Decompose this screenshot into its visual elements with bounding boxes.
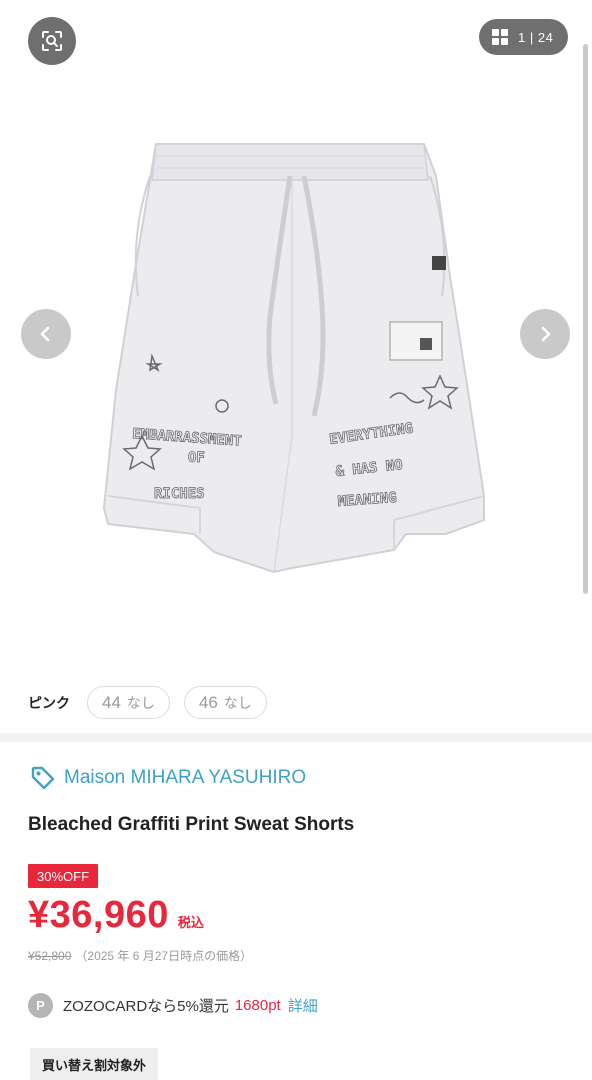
stock-status: なし bbox=[126, 694, 155, 711]
previous-image-button[interactable] bbox=[21, 309, 71, 359]
counter-total: 24 bbox=[537, 29, 554, 45]
original-price: ¥52,800 bbox=[28, 949, 72, 963]
discount-badge: 30%OFF bbox=[28, 864, 99, 888]
size-option-44[interactable]: 44 なし bbox=[87, 686, 170, 719]
page-scrollbar[interactable] bbox=[583, 44, 588, 594]
trade-in-badge: 買い替え割対象外 bbox=[30, 1048, 159, 1080]
size-option-46[interactable]: 46 なし bbox=[183, 686, 267, 719]
points-row: P ZOZOCARDなら5%還元 1680pt 詳細 bbox=[28, 993, 318, 1018]
brand-link[interactable]: Maison MIHARA YASUHIRO bbox=[30, 765, 306, 791]
tax-label: 税込 bbox=[177, 915, 204, 930]
original-price-row: ¥52,800 （2025 年 6 月27日時点の価格） bbox=[28, 947, 252, 964]
image-text-left-2: OF bbox=[188, 450, 205, 466]
price-row: ¥36,960 税込 bbox=[28, 894, 204, 937]
image-text-left-3: RICHES bbox=[154, 486, 205, 502]
image-search-icon bbox=[42, 31, 62, 51]
chevron-left-icon bbox=[40, 326, 50, 342]
points-icon: P bbox=[28, 993, 53, 1018]
points-detail-link[interactable]: 詳細 bbox=[288, 995, 318, 1016]
size-value: 46 bbox=[198, 692, 218, 712]
price-date-note: （2025 年 6 月27日時点の価格） bbox=[75, 949, 253, 963]
tag-icon bbox=[31, 766, 55, 790]
size-value: 44 bbox=[102, 692, 121, 712]
product-title: Bleached Graffiti Print Sweat Shorts bbox=[28, 814, 355, 835]
variant-selector: ピンク 44 なし 46 なし bbox=[28, 686, 281, 719]
chevron-right-icon bbox=[541, 326, 551, 342]
image-search-button[interactable] bbox=[28, 17, 76, 65]
product-image[interactable]: EMBARRASSMENT OF RICHES EVERYTHING & HAS… bbox=[90, 136, 510, 586]
stock-status: なし bbox=[223, 694, 252, 711]
grid-icon bbox=[492, 29, 508, 45]
sale-price: ¥36,960 bbox=[28, 894, 169, 936]
section-divider bbox=[0, 733, 592, 742]
points-text: ZOZOCARDなら5%還元 bbox=[63, 998, 229, 1015]
counter-current: 1 bbox=[518, 29, 526, 45]
brand-name: Maison MIHARA YASUHIRO bbox=[64, 767, 307, 788]
next-image-button[interactable] bbox=[520, 309, 570, 359]
color-label: ピンク bbox=[28, 694, 70, 711]
points-value: 1680pt bbox=[234, 997, 281, 1014]
image-counter-button[interactable]: 1 | 24 bbox=[479, 19, 568, 55]
product-image-gallery[interactable]: EMBARRASSMENT OF RICHES EVERYTHING & HAS… bbox=[0, 0, 592, 668]
image-counter: 1 | 24 bbox=[518, 29, 554, 45]
